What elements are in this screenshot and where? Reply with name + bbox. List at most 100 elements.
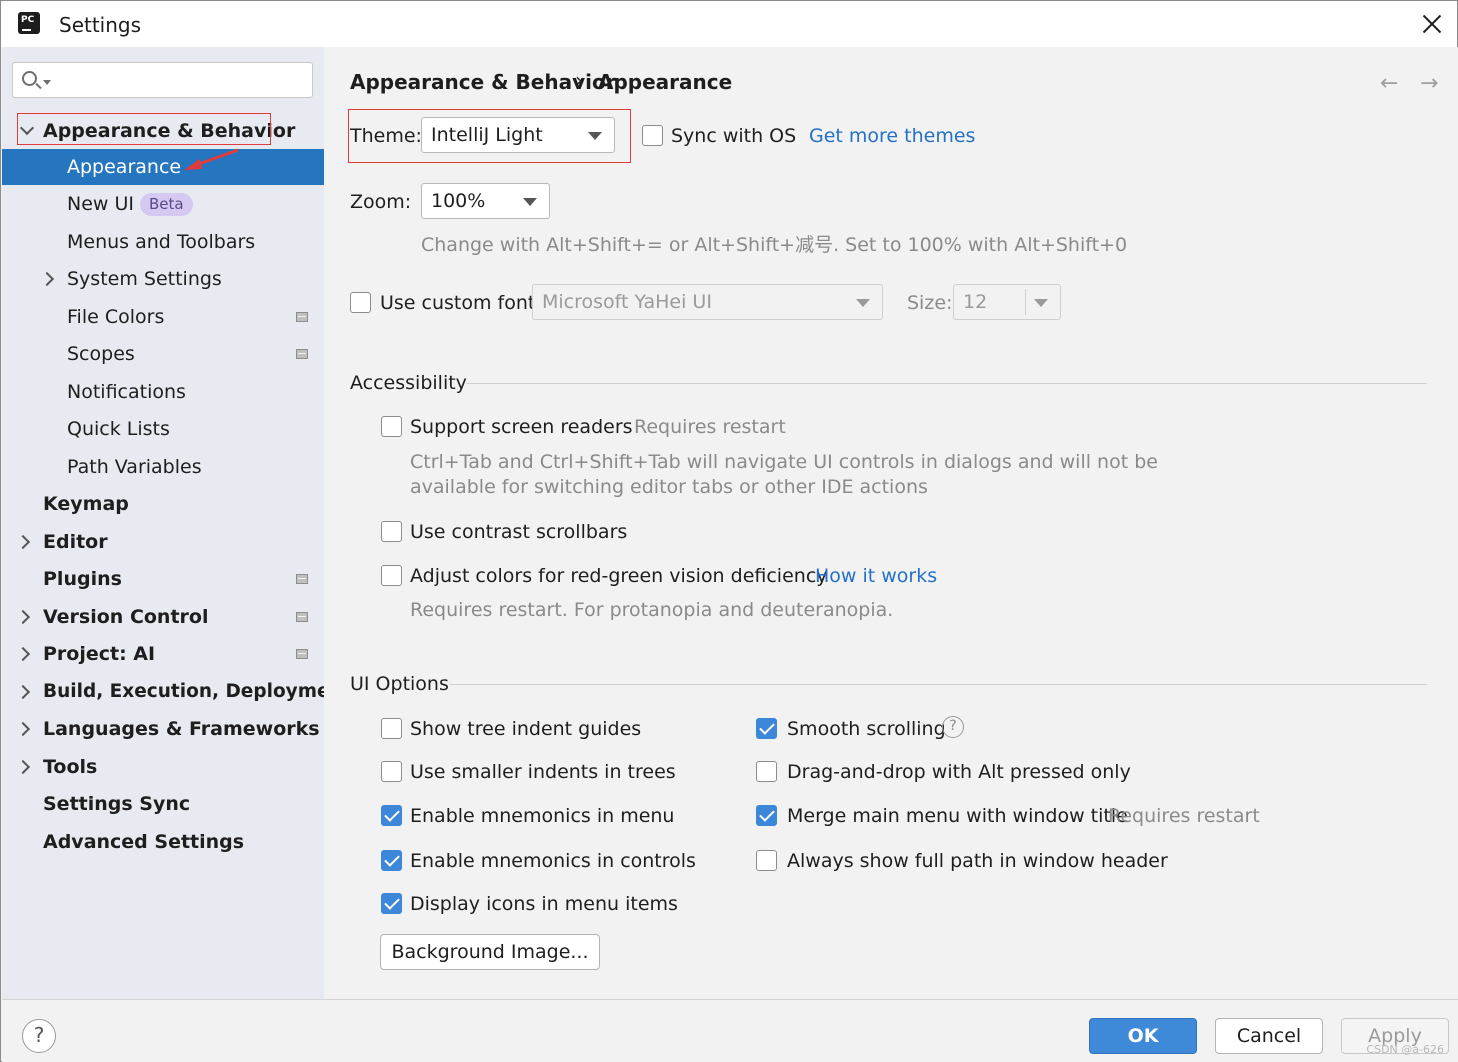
help-button[interactable]: ? [22,1019,56,1053]
merge-menu-label[interactable]: Merge main menu with window title [787,805,1128,827]
dropdown-arrow-icon [588,132,602,140]
highlight-box [17,113,271,145]
sidebar-item-menus-toolbars[interactable]: Menus and Toolbars [2,224,324,260]
contrast-scrollbars-label[interactable]: Use contrast scrollbars [410,521,627,543]
sidebar-item-file-colors[interactable]: File Colors [2,299,324,335]
background-image-button[interactable]: Background Image... [380,934,600,970]
sidebar-item-path-variables[interactable]: Path Variables [2,449,324,485]
sidebar-item-advanced-settings[interactable]: Advanced Settings [2,824,324,860]
mnemonics-menu-label[interactable]: Enable mnemonics in menu [410,805,674,827]
sidebar-item-tools[interactable]: Tools [2,749,324,785]
screen-readers-label[interactable]: Support screen readers [410,416,633,438]
beta-badge: Beta [140,193,193,216]
custom-font-checkbox[interactable] [350,292,371,313]
close-icon[interactable] [1419,11,1445,37]
chevron-right-icon[interactable] [39,271,55,287]
drag-drop-alt-label[interactable]: Drag-and-drop with Alt pressed only [787,761,1131,783]
chevron-right-icon[interactable] [15,759,31,775]
sidebar-item-label: Keymap [43,493,129,515]
requires-restart-note: Requires restart [1108,805,1260,827]
sidebar-item-plugins[interactable]: Plugins [2,561,324,597]
color-deficiency-label[interactable]: Adjust colors for red-green vision defic… [410,565,828,587]
get-more-themes-link[interactable]: Get more themes [809,125,975,147]
sidebar-item-label: File Colors [67,306,165,328]
sync-os-checkbox[interactable] [642,125,663,146]
settings-sidebar: Appearance & Behavior Appearance New UI … [2,47,352,999]
project-level-icon [296,649,308,659]
full-path-header-label[interactable]: Always show full path in window header [787,850,1168,872]
ok-button[interactable]: OK [1089,1018,1197,1054]
sidebar-item-label: System Settings [67,268,222,290]
tree-indent-guides-label[interactable]: Show tree indent guides [410,718,641,740]
project-level-icon [296,612,308,622]
mnemonics-menu-checkbox[interactable] [381,805,402,826]
drag-drop-alt-checkbox[interactable] [756,761,777,782]
contrast-scrollbars-checkbox[interactable] [381,521,402,542]
settings-window: PC Settings Appearance & Behavior Appear… [0,0,1458,1062]
sidebar-item-quick-lists[interactable]: Quick Lists [2,411,324,447]
sidebar-item-label: Scopes [67,343,135,365]
project-level-icon [296,574,308,584]
chevron-right-icon[interactable] [15,684,31,700]
mnemonics-controls-checkbox[interactable] [381,850,402,871]
chevron-right-icon[interactable] [15,534,31,550]
dialog-footer: ? OK Cancel Apply CSDN @a-626 [2,999,1458,1062]
sidebar-item-appearance[interactable]: Appearance [2,149,324,185]
font-size-select[interactable]: 12 [953,284,1061,320]
sync-os-label[interactable]: Sync with OS [671,125,796,147]
zoom-select[interactable]: 100% [421,183,550,219]
search-input[interactable] [12,62,313,98]
chevron-right-icon[interactable] [15,646,31,662]
page-title: Appearance [598,70,733,94]
sidebar-item-version-control[interactable]: Version Control [2,599,324,635]
sidebar-item-languages-frameworks[interactable]: Languages & Frameworks [2,711,324,747]
ui-options-heading: UI Options [350,673,449,695]
search-icon [22,71,37,86]
smaller-indents-checkbox[interactable] [381,761,402,782]
pycharm-logo-icon: PC [16,10,40,34]
sidebar-item-label: New UI [67,193,134,215]
smooth-scrolling-label[interactable]: Smooth scrolling [787,718,946,740]
sidebar-item-build-execution[interactable]: Build, Execution, Deployment [2,674,352,710]
screen-readers-checkbox[interactable] [381,416,402,437]
tree-indent-guides-checkbox[interactable] [381,718,402,739]
chevron-down-icon[interactable] [43,80,51,85]
chevron-right-icon[interactable] [15,609,31,625]
color-deficiency-note: Requires restart. For protanopia and deu… [410,599,894,621]
sidebar-item-settings-sync[interactable]: Settings Sync [2,786,324,822]
menu-icons-label[interactable]: Display icons in menu items [410,893,678,915]
sidebar-item-scopes[interactable]: Scopes [2,336,324,372]
sidebar-item-project-ai[interactable]: Project: AI [2,636,324,672]
help-icon[interactable]: ? [942,716,964,738]
full-path-header-checkbox[interactable] [756,850,777,871]
annotation-arrow-icon [184,148,239,170]
custom-font-label[interactable]: Use custom font: [380,292,542,314]
sidebar-item-label: Notifications [67,381,186,403]
menu-icons-checkbox[interactable] [381,893,402,914]
theme-label: Theme: [350,125,422,147]
merge-menu-checkbox[interactable] [756,805,777,826]
sidebar-item-system-settings[interactable]: System Settings [2,261,324,297]
smooth-scrolling-checkbox[interactable] [756,718,777,739]
sidebar-item-label: Version Control [43,606,209,628]
mnemonics-controls-label[interactable]: Enable mnemonics in controls [410,850,696,872]
forward-arrow-icon[interactable]: → [1420,71,1438,96]
chevron-right-icon[interactable] [15,721,31,737]
zoom-select-value: 100% [431,190,486,212]
sidebar-item-notifications[interactable]: Notifications [2,374,324,410]
settings-content: Appearance & Behavior › Appearance ← → T… [324,47,1458,999]
breadcrumb-separator: › [575,68,583,92]
sidebar-item-editor[interactable]: Editor [2,524,324,560]
sidebar-item-label: Advanced Settings [43,831,245,853]
how-it-works-link[interactable]: How it works [815,565,937,587]
sidebar-item-keymap[interactable]: Keymap [2,486,324,522]
color-deficiency-checkbox[interactable] [381,565,402,586]
sidebar-item-label: Editor [43,531,108,553]
theme-select[interactable]: IntelliJ Light [421,117,615,153]
font-select[interactable]: Microsoft YaHei UI [532,284,883,320]
back-arrow-icon[interactable]: ← [1380,71,1398,96]
zoom-hint: Change with Alt+Shift+= or Alt+Shift+减号.… [421,234,1128,256]
smaller-indents-label[interactable]: Use smaller indents in trees [410,761,676,783]
cancel-button[interactable]: Cancel [1215,1018,1323,1054]
sidebar-item-new-ui[interactable]: New UI Beta [2,186,324,222]
